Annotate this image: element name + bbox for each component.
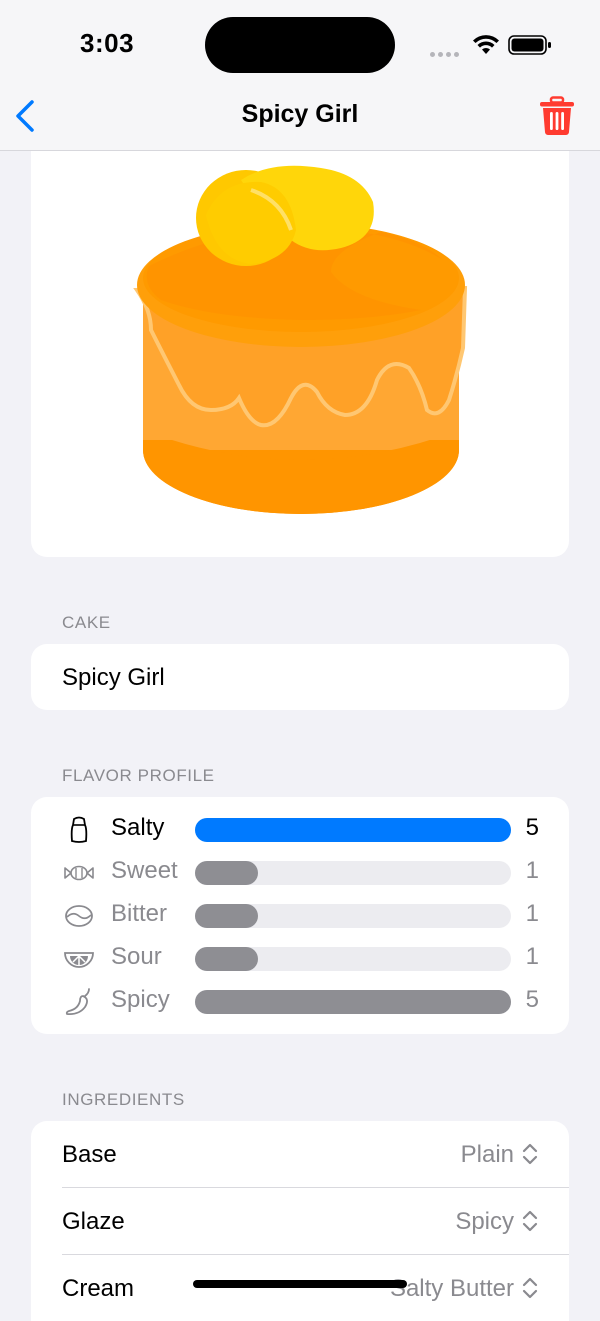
flavor-bar-track [195, 990, 511, 1014]
flavor-row-sweet[interactable]: Sweet 1 [31, 852, 569, 892]
ingredient-picker-cream[interactable]: Cream Salty Butter [31, 1255, 569, 1321]
flavor-bar-fill [195, 861, 259, 885]
salt-shaker-icon [70, 816, 88, 843]
flavor-bar-fill [195, 904, 259, 928]
chevron-up-down-icon [522, 1277, 538, 1299]
flavor-value: 1 [525, 900, 539, 927]
cake-name-field[interactable]: Spicy Girl [31, 644, 569, 710]
flavor-value: 5 [525, 814, 539, 841]
flavor-value: 1 [525, 943, 539, 970]
status-icons [430, 32, 560, 58]
chevron-up-down-icon [522, 1210, 538, 1232]
flavor-bar-fill [195, 990, 511, 1014]
cake-name-value: Spicy Girl [62, 664, 165, 691]
coffee-bean-icon [65, 905, 93, 927]
battery-icon [508, 35, 551, 55]
status-time: 3:03 [80, 28, 135, 58]
navigation-bar: 3:03 Spicy Girl [0, 0, 600, 151]
ingredients-card: Base Plain Glaze Spicy Cream Salty Butte… [31, 1121, 569, 1321]
ingredient-label: Cream [62, 1275, 135, 1302]
flavor-bar-track [195, 818, 511, 842]
flavor-label: Sour [111, 943, 162, 970]
flavor-profile-card: Salty 5 Sweet 1 Bitter 1 Sour 1 Spicy 5 [31, 797, 569, 1034]
cellular-signal-icon [430, 44, 464, 57]
flavor-label: Sweet [111, 857, 178, 884]
page-title: Spicy Girl [241, 100, 359, 128]
flavor-label: Spicy [111, 986, 170, 1013]
ingredient-label: Base [62, 1141, 117, 1168]
ingredient-value: Spicy [455, 1208, 514, 1235]
trash-icon[interactable] [538, 96, 576, 136]
flavor-bar-track [195, 861, 511, 885]
flavor-value: 1 [525, 857, 539, 884]
chili-pepper-icon [65, 988, 90, 1016]
section-header-cake: CAKE [62, 613, 111, 632]
flavor-row-spicy[interactable]: Spicy 5 [31, 981, 569, 1021]
candy-icon [64, 865, 94, 881]
flavor-row-bitter[interactable]: Bitter 1 [31, 895, 569, 935]
flavor-bar-fill [195, 947, 259, 971]
ingredient-value: Salty Butter [389, 1275, 514, 1302]
flavor-bar-track [195, 947, 511, 971]
home-indicator[interactable] [193, 1280, 407, 1288]
section-header-flavor-profile: FLAVOR PROFILE [62, 766, 215, 785]
flavor-label: Salty [111, 814, 165, 841]
cake-image-card [31, 120, 569, 557]
section-header-ingredients: INGREDIENTS [62, 1090, 185, 1109]
ingredient-label: Glaze [62, 1208, 125, 1235]
ingredient-picker-base[interactable]: Base Plain [31, 1121, 569, 1187]
flavor-label: Bitter [111, 900, 168, 927]
chevron-up-down-icon [522, 1143, 538, 1165]
cake-illustration [133, 165, 468, 514]
flavor-bar-track [195, 904, 511, 928]
citrus-icon [64, 952, 94, 968]
dynamic-island [205, 17, 395, 73]
ingredient-value: Plain [460, 1141, 514, 1168]
ingredient-picker-glaze[interactable]: Glaze Spicy [31, 1188, 569, 1254]
flavor-bar-fill [195, 818, 511, 842]
wifi-icon [473, 35, 499, 54]
flavor-row-sour[interactable]: Sour 1 [31, 938, 569, 978]
flavor-value: 5 [525, 986, 539, 1013]
flavor-row-salty[interactable]: Salty 5 [31, 809, 569, 849]
